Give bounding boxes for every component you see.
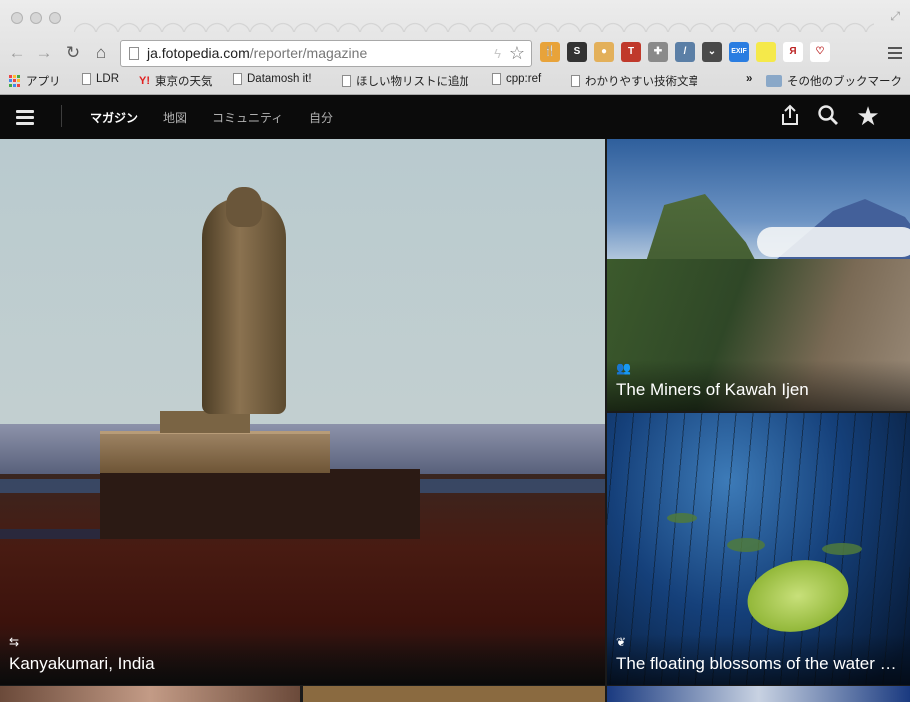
photo-statue [202, 199, 286, 414]
photo-lily-pad [822, 543, 862, 555]
browser-chrome: ⤢ ← → ↻ ⌂ ja.fotopedia.com/reporter/maga… [0, 0, 910, 95]
eyedropper-icon[interactable]: / [675, 42, 695, 62]
minimize-window-button[interactable] [30, 12, 42, 24]
pocket-icon[interactable]: ⌄ [702, 42, 722, 62]
s-extension-icon[interactable]: S [567, 42, 587, 62]
bookmark-apps[interactable]: アプリ [9, 73, 61, 89]
url-host: ja.fotopedia.com [147, 45, 250, 61]
share-icon[interactable] [778, 104, 802, 131]
zoom-window-button[interactable] [49, 12, 61, 24]
bookmarks-overflow-button[interactable]: » [746, 73, 752, 85]
bookmark-datamosh[interactable]: Datamosh it! [233, 73, 312, 85]
reload-button[interactable]: ↻ [62, 42, 84, 64]
tile-caption: ❦ The floating blossoms of the water lil… [607, 634, 910, 685]
cookie-icon[interactable]: ● [594, 42, 614, 62]
window-controls [11, 12, 61, 24]
t-extension-icon[interactable]: T [621, 42, 641, 62]
bookmark-label: 東京の天気 [155, 76, 213, 88]
bookmark-label: ほしい物リストに追加 [356, 76, 468, 88]
story-tile-next[interactable] [303, 686, 605, 702]
page-icon [82, 73, 91, 85]
tile-title[interactable]: Kanyakumari, India [9, 653, 595, 675]
forward-button[interactable]: → [33, 42, 55, 64]
tab-map[interactable]: 地図 [163, 109, 187, 126]
tile-caption: ⇆ Kanyakumari, India [0, 634, 605, 685]
address-bar[interactable]: ja.fotopedia.com/reporter/magazine ϟ ☆ [120, 40, 532, 67]
close-window-button[interactable] [11, 12, 23, 24]
story-tile-kawah-ijen[interactable]: 👥 The Miners of Kawah Ijen [607, 139, 910, 411]
signpost-icon: ⇆ [9, 635, 20, 649]
bookmark-weather[interactable]: Y! 東京の天気 [139, 73, 213, 89]
page-icon [492, 73, 501, 85]
folder-icon [766, 75, 782, 87]
bookmark-label: Datamosh it! [247, 73, 312, 85]
tab-community[interactable]: コミュニティ [212, 109, 283, 126]
bookmark-label: アプリ [26, 76, 61, 88]
story-tile-kanyakumari[interactable]: ⇆ Kanyakumari, India [0, 139, 605, 685]
tab-me[interactable]: 自分 [309, 109, 333, 126]
story-tile-water-lily[interactable]: ❦ The floating blossoms of the water lil… [607, 413, 910, 685]
photo-pedestal-hall [100, 431, 330, 473]
browser-menu-icon[interactable] [888, 44, 902, 62]
apps-grid-icon [9, 75, 21, 87]
photo-cloud [757, 227, 910, 257]
puzzle-icon[interactable]: ✚ [648, 42, 668, 62]
people-icon: 👥 [616, 361, 631, 375]
bookmark-tech-writing[interactable]: わかりやすい技術文章 [571, 73, 697, 89]
page-icon [571, 75, 580, 87]
favorites-star-icon[interactable]: ★ [856, 103, 880, 129]
bookmarks-bar: アプリ LDR Y! 東京の天気 Datamosh it! ほしい物リストに追加… [0, 71, 910, 93]
photo-statue-head [226, 187, 262, 227]
bookmark-other-folder[interactable]: その他のブックマーク [766, 73, 902, 89]
photo-rock-outcrop [100, 469, 420, 539]
header-divider [61, 105, 62, 127]
back-button[interactable]: ← [6, 42, 28, 64]
sticky-note-icon[interactable] [756, 42, 776, 62]
tab-magazine[interactable]: マガジン [90, 109, 138, 126]
bookmark-cppref[interactable]: cpp:ref [492, 73, 541, 85]
page-icon [342, 75, 351, 87]
heart-icon[interactable]: ♡ [810, 42, 830, 62]
search-icon[interactable] [816, 104, 840, 131]
home-button[interactable]: ⌂ [90, 42, 112, 64]
lightning-icon[interactable]: ϟ [494, 41, 501, 66]
bookmark-label: その他のブックマーク [787, 76, 902, 88]
bookmark-label: わかりやすい技術文章 [585, 76, 697, 88]
browser-toolbar: ← → ↻ ⌂ ja.fotopedia.com/reporter/magazi… [0, 38, 910, 70]
story-tile-next[interactable] [0, 686, 300, 702]
extension-bar: 🍴 S ● T ✚ / ⌄ EXIF Я ♡ [540, 42, 830, 62]
hamburger-menu-icon[interactable] [16, 110, 34, 128]
url-path: /reporter/magazine [249, 45, 368, 61]
ya-icon[interactable]: Я [783, 42, 803, 62]
page-icon [129, 47, 139, 60]
crane-icon: ❦ [616, 635, 627, 649]
tile-title[interactable]: The floating blossoms of the water lily … [616, 653, 900, 675]
page-icon [233, 73, 242, 85]
fullscreen-icon[interactable]: ⤢ [890, 9, 900, 24]
tile-caption: 👥 The Miners of Kawah Ijen [607, 360, 910, 411]
tab-strip[interactable] [74, 6, 874, 32]
story-tile-next[interactable] [607, 686, 910, 702]
exif-icon[interactable]: EXIF [729, 42, 749, 62]
bookmark-wishlist[interactable]: ほしい物リストに追加 [342, 73, 468, 89]
bookmark-ldr[interactable]: LDR [82, 73, 119, 85]
fork-knife-icon[interactable]: 🍴 [540, 42, 560, 62]
tile-title[interactable]: The Miners of Kawah Ijen [616, 379, 900, 401]
yahoo-icon: Y! [139, 75, 150, 87]
bookmark-label: LDR [96, 73, 120, 85]
bookmark-star-icon[interactable]: ☆ [509, 41, 525, 66]
photo-lily-pad [667, 513, 697, 523]
photo-pedestal [160, 411, 250, 433]
site-header: マガジン 地図 コミュニティ 自分 ★ [0, 95, 910, 139]
photo-lily-pad [727, 538, 765, 552]
bookmark-label: cpp:ref [506, 73, 542, 85]
